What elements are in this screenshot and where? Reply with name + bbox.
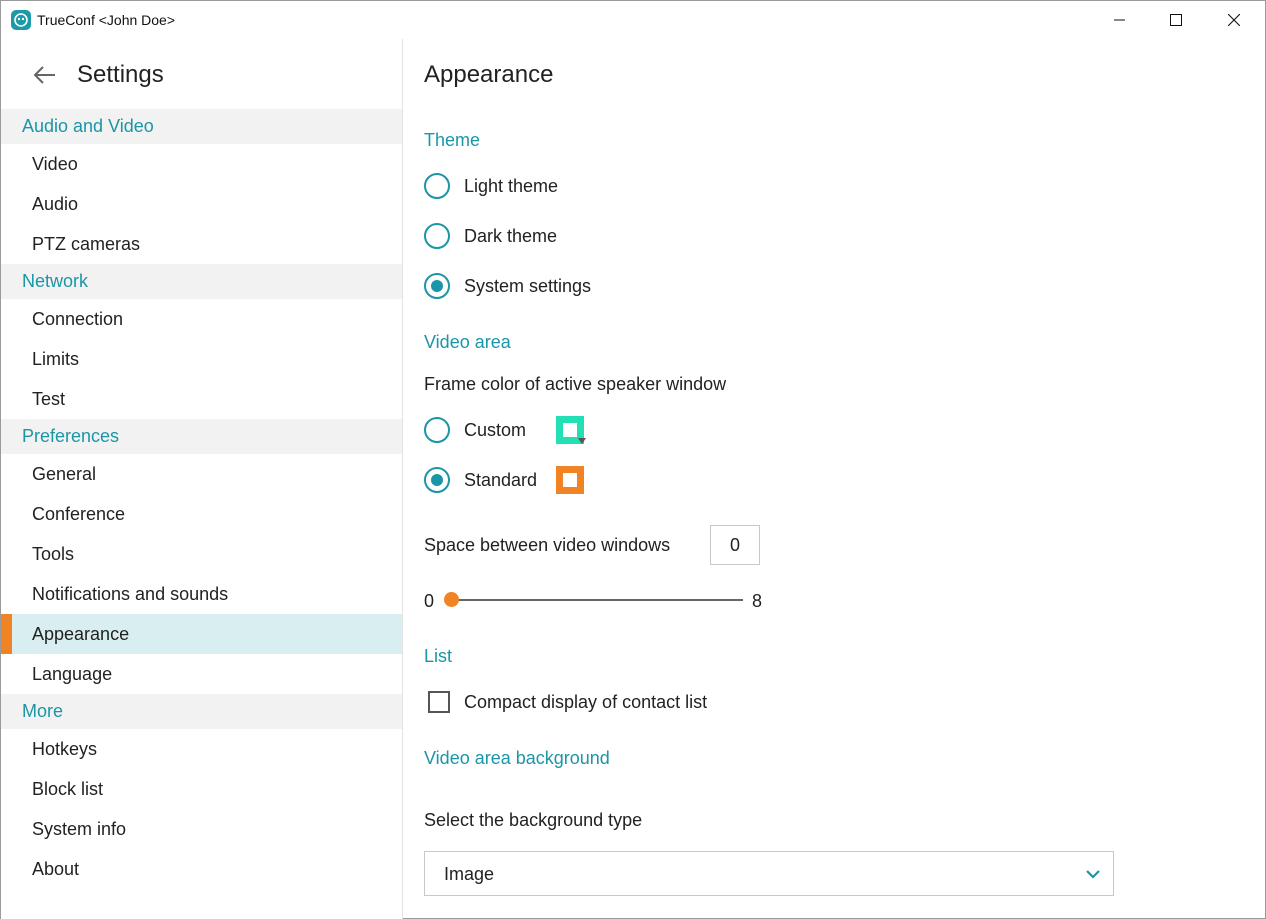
sidebar-item-system-info[interactable]: System info xyxy=(1,809,402,849)
slider-min-label: 0 xyxy=(424,591,435,611)
settings-window: TrueConf <John Doe> Settings Audio and V… xyxy=(0,0,1266,919)
standard-color-label: Standard xyxy=(464,469,538,490)
space-between-label: Space between video windows xyxy=(424,535,671,555)
sidebar-item-language[interactable]: Language xyxy=(1,654,402,694)
standard-color-swatch-inner xyxy=(563,473,577,487)
title-bar: TrueConf <John Doe> xyxy=(1,1,1265,39)
custom-color-option[interactable]: Custom xyxy=(424,415,526,445)
custom-color-radio[interactable] xyxy=(424,417,450,443)
sidebar-item-about[interactable]: About xyxy=(1,849,402,889)
video-area-heading: Video area xyxy=(424,332,511,352)
maximize-button[interactable] xyxy=(1153,1,1199,39)
light-theme-label: Light theme xyxy=(464,175,559,196)
standard-color-swatch xyxy=(556,466,584,494)
compact-display-label: Compact display of contact list xyxy=(464,691,708,712)
slider-max-label: 8 xyxy=(752,591,763,611)
light-theme-radio[interactable] xyxy=(424,173,450,199)
custom-color-swatch-inner xyxy=(563,423,577,437)
minimize-icon xyxy=(1114,19,1125,21)
sidebar-item-conference[interactable]: Conference xyxy=(1,494,402,534)
sidebar-item-notifications[interactable]: Notifications and sounds xyxy=(1,574,402,614)
trueconf-logo-icon xyxy=(11,10,31,30)
standard-color-option[interactable]: Standard xyxy=(424,465,537,495)
system-settings-radio[interactable] xyxy=(424,273,450,299)
chevron-down-icon xyxy=(1086,870,1100,879)
sidebar-item-test[interactable]: Test xyxy=(1,379,402,419)
system-settings-option[interactable]: System settings xyxy=(424,271,591,301)
custom-color-label: Custom xyxy=(464,419,527,440)
appearance-panel: Appearance Theme Light theme Dark theme … xyxy=(403,39,1265,919)
light-theme-option[interactable]: Light theme xyxy=(424,171,558,201)
custom-color-picker[interactable] xyxy=(556,416,586,444)
sidebar-item-video[interactable]: Video xyxy=(1,144,402,184)
background-type-label: Select the background type xyxy=(424,810,643,830)
sidebar-title: Settings xyxy=(77,61,164,88)
close-icon xyxy=(1228,14,1240,26)
sidebar-item-ptz-cameras[interactable]: PTZ cameras xyxy=(1,224,402,264)
sidebar-item-tools[interactable]: Tools xyxy=(1,534,402,574)
sidebar-item-limits[interactable]: Limits xyxy=(1,339,402,379)
window-title: TrueConf <John Doe> xyxy=(37,12,176,28)
sidebar-item-appearance[interactable]: Appearance xyxy=(1,614,402,654)
sidebar-item-hotkeys[interactable]: Hotkeys xyxy=(1,729,402,769)
space-slider-track[interactable] xyxy=(451,599,743,601)
section-header-network: Network xyxy=(1,264,402,299)
frame-color-label: Frame color of active speaker window xyxy=(424,374,727,394)
list-heading: List xyxy=(424,646,453,666)
maximize-icon xyxy=(1170,14,1182,26)
settings-sidebar: Settings Audio and Video Video Audio PTZ… xyxy=(1,39,402,919)
dark-theme-label: Dark theme xyxy=(464,225,558,246)
close-button[interactable] xyxy=(1211,1,1257,39)
arrow-left-icon xyxy=(33,66,55,84)
section-header-audio-video: Audio and Video xyxy=(1,109,402,144)
standard-color-radio[interactable] xyxy=(424,467,450,493)
system-settings-label: System settings xyxy=(464,275,592,296)
section-header-preferences: Preferences xyxy=(1,419,402,454)
back-button[interactable] xyxy=(31,61,59,89)
dark-theme-radio[interactable] xyxy=(424,223,450,249)
space-slider-thumb[interactable] xyxy=(444,592,459,607)
sidebar-item-general[interactable]: General xyxy=(1,454,402,494)
page-title: Appearance xyxy=(424,61,554,88)
background-type-value: Image xyxy=(444,864,495,884)
sidebar-item-audio[interactable]: Audio xyxy=(1,184,402,224)
sidebar-item-connection[interactable]: Connection xyxy=(1,299,402,339)
dark-theme-option[interactable]: Dark theme xyxy=(424,221,557,251)
compact-display-option[interactable]: Compact display of contact list xyxy=(424,687,707,717)
background-type-select[interactable]: Image xyxy=(424,851,1114,896)
sidebar-item-block-list[interactable]: Block list xyxy=(1,769,402,809)
dropdown-arrow-icon xyxy=(578,438,586,444)
minimize-button[interactable] xyxy=(1097,1,1143,39)
section-header-more: More xyxy=(1,694,402,729)
space-value-input[interactable]: 0 xyxy=(710,525,760,565)
theme-heading: Theme xyxy=(424,130,481,150)
compact-display-checkbox[interactable] xyxy=(428,691,450,713)
video-background-heading: Video area background xyxy=(424,748,610,768)
